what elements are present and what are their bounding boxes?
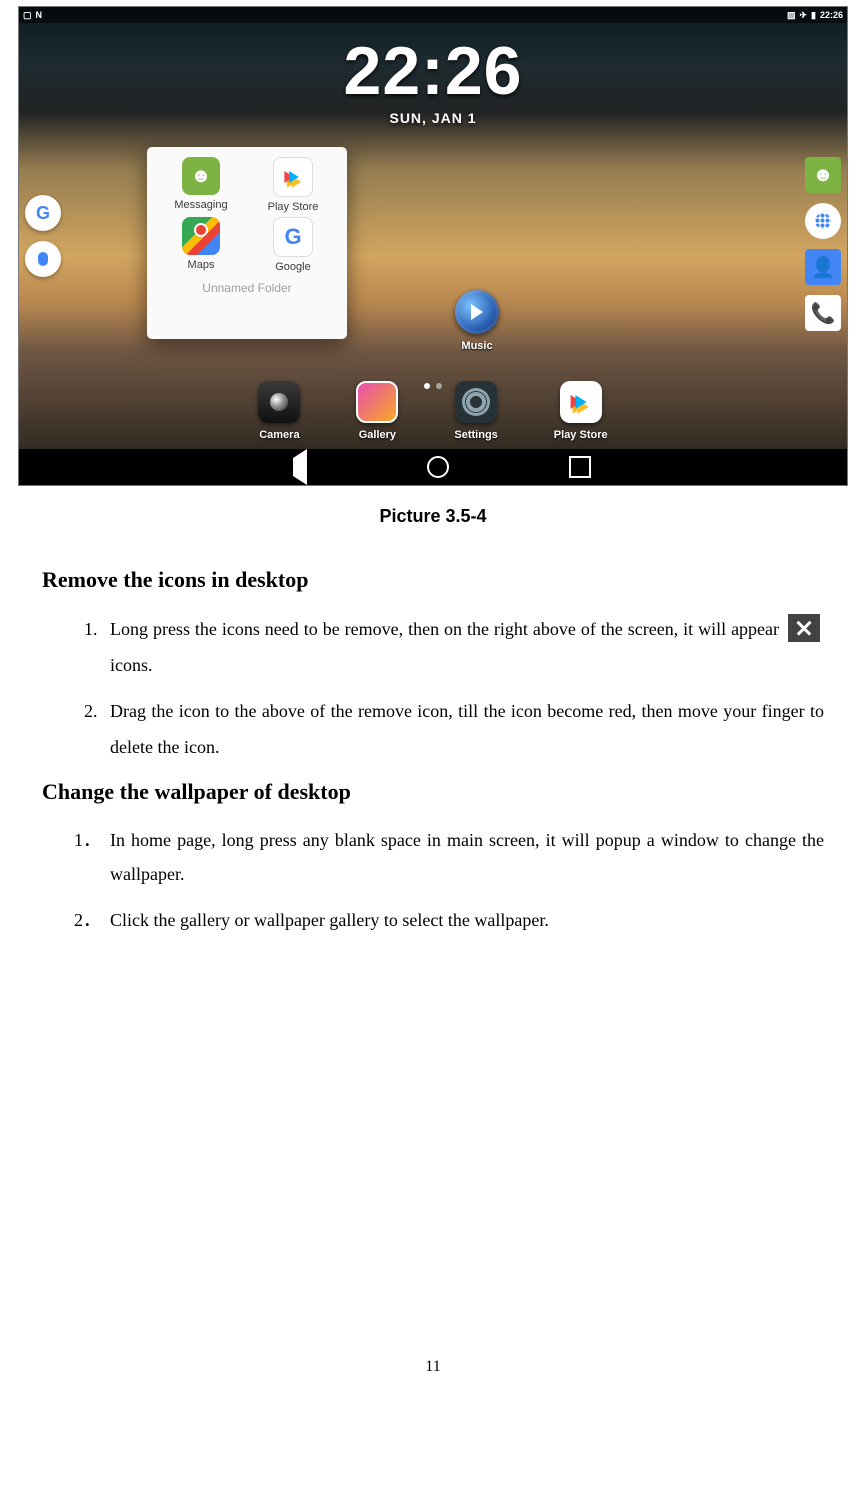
dock-label: Settings (454, 429, 497, 441)
folder-popup[interactable]: ☻ Messaging Play Store Maps Google Unnam… (147, 147, 347, 339)
step1-part-b: icons. (110, 655, 153, 675)
folder-app-label: Maps (188, 259, 215, 271)
navigation-bar (19, 449, 847, 485)
camera-icon (258, 381, 300, 423)
close-icon (788, 614, 820, 642)
clock-widget: 22:26 SUN, JAN 1 (344, 37, 523, 125)
clock-time: 22:26 (344, 37, 523, 105)
page-number: 11 (0, 1358, 866, 1396)
folder-app-maps[interactable]: Maps (157, 217, 245, 273)
heading-remove: Remove the icons in desktop (42, 567, 824, 593)
image-notif-icon: ▢ (23, 7, 32, 23)
play-store-icon (560, 381, 602, 423)
section-remove-icons: Remove the icons in desktop Long press t… (0, 567, 866, 938)
dock-label: Gallery (359, 429, 396, 441)
nav-back-button[interactable] (275, 449, 307, 485)
folder-app-label: Google (275, 261, 310, 273)
clock-date: SUN, JAN 1 (344, 111, 523, 125)
wallpaper-step-1: In home page, long press any blank space… (102, 823, 824, 891)
play-store-icon (273, 157, 313, 197)
music-label: Music (449, 340, 505, 352)
music-icon (455, 290, 499, 334)
voice-search-button[interactable] (25, 241, 61, 277)
remove-step-2: Drag the icon to the above of the remove… (102, 693, 824, 765)
settings-icon (455, 381, 497, 423)
status-time: 22:26 (820, 7, 843, 23)
dock-label: Play Store (554, 429, 608, 441)
folder-app-play-store[interactable]: Play Store (249, 157, 337, 213)
airplane-icon: ✈ (799, 7, 807, 23)
page-indicator (424, 383, 442, 389)
battery-icon: ▮ (811, 7, 816, 23)
folder-app-google[interactable]: Google (249, 217, 337, 273)
folder-app-messaging[interactable]: ☻ Messaging (157, 157, 245, 213)
gallery-icon (356, 381, 398, 423)
step1-part-a: Long press the icons need to be remove, … (110, 619, 784, 639)
figure-caption: Picture 3.5-4 (0, 506, 866, 527)
folder-app-label: Play Store (268, 201, 319, 213)
wallpaper-step-2: Click the gallery or wallpaper gallery t… (102, 903, 824, 937)
remove-step-1: Long press the icons need to be remove, … (102, 611, 824, 683)
folder-title[interactable]: Unnamed Folder (147, 273, 347, 301)
android-home-screenshot: ▢ N ▨ ✈ ▮ 22:26 22:26 SUN, JAN 1 G ☻ 👤 📞… (18, 6, 848, 486)
google-icon (273, 217, 313, 257)
messaging-icon: ☻ (182, 157, 220, 195)
maps-icon (182, 217, 220, 255)
nav-home-button[interactable] (427, 456, 449, 478)
dock-gallery[interactable]: Gallery (356, 381, 398, 441)
dock-play-store[interactable]: Play Store (554, 381, 608, 441)
music-app[interactable]: Music (449, 290, 505, 352)
phone-shortcut[interactable]: 📞 (805, 295, 841, 331)
status-bar: ▢ N ▨ ✈ ▮ 22:26 (19, 7, 847, 23)
contacts-shortcut[interactable]: 👤 (805, 249, 841, 285)
dock-settings[interactable]: Settings (454, 381, 497, 441)
dock-label: Camera (259, 429, 299, 441)
heading-wallpaper: Change the wallpaper of desktop (42, 779, 824, 805)
right-edge-panel: ☻ 👤 📞 (805, 157, 841, 331)
folder-app-label: Messaging (174, 199, 227, 211)
no-sim-icon: ▨ (787, 7, 796, 23)
dock: Camera Gallery Settings Play Store (19, 381, 847, 441)
left-edge-panel: G (25, 195, 61, 277)
google-search-button[interactable]: G (25, 195, 61, 231)
messaging-shortcut[interactable]: ☻ (805, 157, 841, 193)
apps-drawer-button[interactable] (805, 203, 841, 239)
dock-camera[interactable]: Camera (258, 381, 300, 441)
n-notif-icon: N (36, 7, 43, 23)
nav-recent-button[interactable] (569, 456, 591, 478)
